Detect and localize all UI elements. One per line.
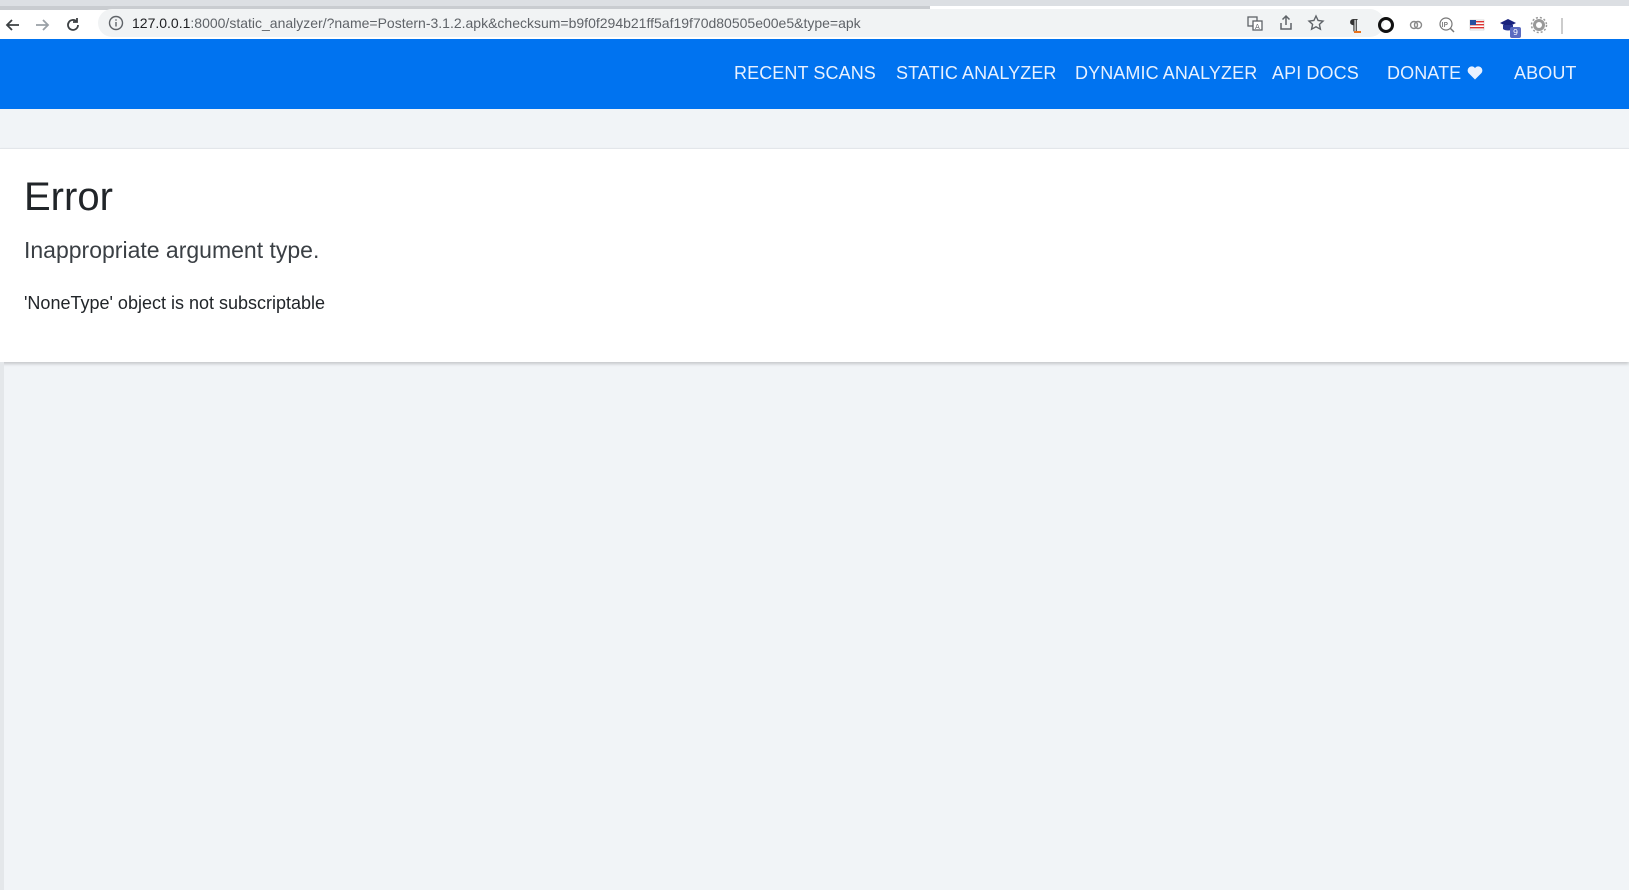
link-extension[interactable] <box>1407 16 1425 34</box>
cap-extension[interactable]: 9 <box>1499 16 1521 38</box>
forward-button[interactable] <box>31 14 53 36</box>
url-path: :8000/static_analyzer/?name=Postern-3.1.… <box>190 15 861 31</box>
error-subtitle: Inappropriate argument type. <box>24 237 320 263</box>
reload-button[interactable] <box>62 14 84 36</box>
circle-extension[interactable] <box>1377 16 1395 34</box>
page-left-edge <box>0 362 4 890</box>
ip-label: IP <box>1442 21 1448 29</box>
app-navbar: RECENT SCANS STATIC ANALYZER DYNAMIC ANA… <box>0 39 1629 109</box>
share-icon[interactable] <box>1277 14 1295 32</box>
error-detail: 'NoneType' object is not subscriptable <box>24 293 326 313</box>
back-icon <box>5 19 19 31</box>
url-host: 127.0.0.1 <box>132 15 191 31</box>
translate-icon[interactable]: A <box>1246 14 1264 32</box>
error-card: Error Inappropriate argument type. 'None… <box>0 148 1629 362</box>
pilcrow-extension[interactable]: ¶ <box>1346 16 1364 34</box>
flag-extension[interactable] <box>1468 16 1486 34</box>
browser-toolbar: 127.0.0.1:8000/static_analyzer/?name=Pos… <box>0 0 1629 39</box>
back-button[interactable] <box>2 14 24 36</box>
forward-icon <box>36 19 50 31</box>
info-icon[interactable] <box>108 15 124 31</box>
star-icon[interactable] <box>1307 14 1325 32</box>
nav-static-analyzer[interactable]: STATIC ANALYZER <box>896 63 1057 84</box>
extension-badge: 9 <box>1510 27 1521 38</box>
error-title: Error <box>24 175 113 219</box>
pilcrow-icon: ¶ <box>1349 16 1361 34</box>
address-bar[interactable]: 127.0.0.1:8000/static_analyzer/?name=Pos… <box>98 9 1384 37</box>
gear-extension[interactable] <box>1530 16 1548 34</box>
nav-donate-label: DONATE <box>1387 63 1462 83</box>
ip-extension[interactable]: IP <box>1438 16 1456 34</box>
nav-donate[interactable]: DONATE <box>1387 63 1483 84</box>
link-icon <box>1409 20 1423 30</box>
nav-recent-scans[interactable]: RECENT SCANS <box>734 63 876 84</box>
ip-icon: IP <box>1439 17 1455 33</box>
flag-icon <box>1469 19 1485 31</box>
nav-dynamic-analyzer[interactable]: DYNAMIC ANALYZER <box>1075 63 1257 84</box>
gear-icon <box>1530 16 1548 34</box>
heart-icon <box>1467 66 1483 80</box>
toolbar-separator <box>1561 18 1563 34</box>
circle-icon <box>1378 17 1394 33</box>
svg-text:A: A <box>1255 23 1260 31</box>
address-url[interactable]: 127.0.0.1:8000/static_analyzer/?name=Pos… <box>132 15 861 31</box>
reload-icon <box>67 18 79 31</box>
nav-api-docs[interactable]: API DOCS <box>1272 63 1359 84</box>
nav-about[interactable]: ABOUT <box>1514 63 1577 84</box>
